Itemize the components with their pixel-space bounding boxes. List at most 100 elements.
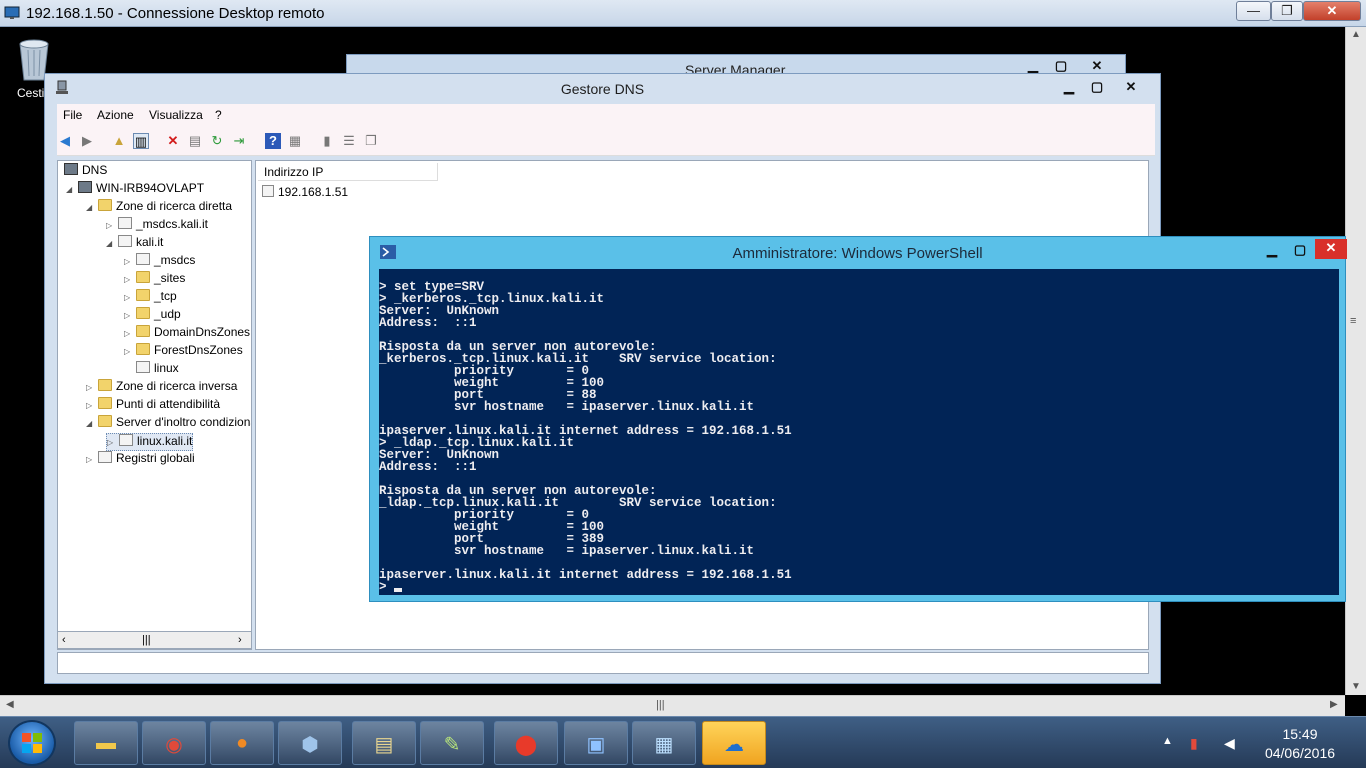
dns-minimize-button[interactable]: ▁ (1055, 78, 1083, 96)
taskbar-server-tool[interactable]: ▦ (632, 721, 696, 765)
expand-icon[interactable]: ▷ (86, 401, 98, 410)
back-icon[interactable]: ◀ (57, 133, 73, 149)
tree-item-conditional-forwarders[interactable]: ◢ Server d'inoltro condizionali (86, 415, 251, 433)
tree-item-tcp[interactable]: ▷ _tcp (124, 289, 177, 307)
menu-file[interactable]: File (63, 108, 82, 122)
tree-item-server[interactable]: ◢ WIN-IRB94OVLAPT (66, 181, 204, 199)
tree-item-msdcs-zone[interactable]: ▷ _msdcs.kali.it (106, 217, 208, 235)
volume-icon[interactable]: ◀ (1224, 735, 1235, 752)
collapse-icon[interactable]: ◢ (86, 419, 98, 428)
menu-help[interactable]: ? (215, 108, 222, 122)
powershell-console[interactable]: > set type=SRV > _kerberos._tcp.linux.ka… (379, 269, 1339, 595)
tree-horizontal-scrollbar[interactable]: ‹ ||| › (57, 631, 252, 649)
taskbar-chrome[interactable]: ◉ (142, 721, 206, 765)
records-icon[interactable]: ☰ (341, 133, 357, 149)
expand-icon[interactable]: ▷ (86, 455, 98, 464)
scroll-left-icon[interactable]: ◀ (6, 699, 14, 710)
scroll-up-icon[interactable]: ▲ (1351, 29, 1361, 40)
notepad-icon: ✎ (443, 734, 461, 756)
properties-icon[interactable]: ▤ (187, 133, 203, 149)
expand-icon[interactable]: ▷ (106, 221, 118, 230)
tree-item-linux-kali-forwarder[interactable]: ▷ linux.kali.it (106, 433, 194, 451)
up-folder-icon[interactable]: ▲ (111, 133, 127, 149)
show-hidden-icons[interactable]: ▲ (1162, 735, 1173, 747)
scroll-down-icon[interactable]: ▼ (1351, 681, 1361, 692)
rdp-horizontal-scrollbar[interactable]: ◀ ||| ▶ (0, 695, 1345, 716)
server-tool-icon: ▦ (654, 734, 674, 756)
ps-close-button[interactable]: ✕ (1315, 239, 1347, 259)
rdp-vertical-scrollbar[interactable]: ▲ ≡ ▼ (1345, 27, 1366, 695)
expand-icon[interactable]: ▷ (124, 347, 136, 356)
tree-item-linux[interactable]: linux (136, 361, 179, 379)
export-icon[interactable]: ⇥ (231, 133, 247, 149)
folder-icon (136, 271, 150, 283)
taskbar-app-64[interactable]: ⬤ (494, 721, 558, 765)
rdp-minimize-button[interactable]: — (1236, 1, 1271, 21)
expand-icon[interactable]: ▷ (86, 383, 98, 392)
ps-maximize-button[interactable]: ▢ (1286, 241, 1314, 259)
taskbar-certificate-tool[interactable]: ▤ (352, 721, 416, 765)
collapse-icon[interactable]: ◢ (86, 203, 98, 212)
zone-icon (119, 434, 133, 446)
tree-item-global-logs[interactable]: ▷ Registri globali (86, 451, 195, 469)
dns-maximize-button[interactable]: ▢ (1083, 78, 1111, 96)
certificate-icon: ▤ (374, 734, 394, 756)
start-button[interactable] (8, 720, 56, 766)
expand-icon[interactable]: ▷ (124, 257, 136, 266)
firefox-icon: ● (235, 732, 249, 754)
tree-item-trust-points[interactable]: ▷ Punti di attendibilità (86, 397, 220, 415)
scroll-right-icon[interactable]: › (238, 634, 242, 646)
tree-item-forward-zones[interactable]: ◢ Zone di ricerca diretta (86, 199, 232, 217)
menu-azione[interactable]: Azione (97, 108, 134, 122)
taskbar-firefox[interactable]: ● (210, 721, 274, 765)
expand-icon[interactable]: ▷ (124, 311, 136, 320)
scroll-right-icon[interactable]: ▶ (1330, 699, 1338, 710)
expand-icon[interactable]: ▷ (124, 329, 136, 338)
column-header-ip[interactable]: Indirizzo IP (258, 163, 438, 181)
show-tree-icon[interactable]: ▥ (133, 133, 149, 149)
list-item[interactable]: 192.168.1.51 (262, 185, 348, 199)
rdp-maximize-button[interactable]: ❐ (1271, 1, 1303, 21)
taskbar-cloud[interactable]: ☁ (702, 721, 766, 765)
scroll-thumb[interactable]: ≡ (1350, 315, 1356, 327)
tree-item-domaindnszones[interactable]: ▷ DomainDnsZones (124, 325, 250, 343)
tree-item-reverse-zones[interactable]: ▷ Zone di ricerca inversa (86, 379, 237, 397)
expand-icon[interactable]: ▷ (124, 275, 136, 284)
expand-icon[interactable]: ▷ (124, 293, 136, 302)
taskbar-remote-desktop[interactable]: ▣ (564, 721, 628, 765)
taskbar-virtualbox[interactable]: ⬢ (278, 721, 342, 765)
taskbar-notepad[interactable]: ✎ (420, 721, 484, 765)
tree-item-forestdnszones[interactable]: ▷ ForestDnsZones (124, 343, 243, 361)
network-warning-icon[interactable]: ▮ (1190, 735, 1198, 752)
tree-item-sites[interactable]: ▷ _sites (124, 271, 185, 289)
windows-logo-icon (22, 733, 42, 753)
server-icon[interactable]: ▮ (319, 133, 335, 149)
copy-icon[interactable]: ❐ (363, 133, 379, 149)
app-64-icon: ⬤ (514, 734, 538, 756)
tree-item-kali-zone[interactable]: ◢ kali.it (106, 235, 163, 253)
forward-icon[interactable]: ▶ (79, 133, 95, 149)
tray-clock[interactable]: 15:49 04/06/2016 (1250, 725, 1350, 763)
ps-minimize-button[interactable]: ▁ (1258, 241, 1286, 259)
console-icon[interactable]: ▦ (287, 133, 303, 149)
collapse-icon[interactable]: ◢ (106, 239, 118, 248)
text-cursor (394, 588, 403, 592)
collapse-icon[interactable]: ◢ (66, 185, 78, 194)
scroll-left-icon[interactable]: ‹ (62, 634, 66, 646)
scroll-thumb[interactable]: ||| (142, 634, 151, 646)
menu-visualizza[interactable]: Visualizza (149, 108, 203, 122)
expand-icon[interactable]: ▷ (107, 438, 119, 447)
powershell-title: Amministratore: Windows PowerShell (732, 245, 983, 262)
dns-title: Gestore DNS (560, 81, 645, 97)
delete-icon[interactable]: ✕ (165, 133, 181, 149)
folder-icon: ▬ (96, 732, 116, 754)
taskbar-file-explorer[interactable]: ▬ (74, 721, 138, 765)
tree-item-msdcs[interactable]: ▷ _msdcs (124, 253, 195, 271)
refresh-icon[interactable]: ↻ (209, 133, 225, 149)
tree-item-udp[interactable]: ▷ _udp (124, 307, 181, 325)
dns-close-button[interactable]: ✕ (1117, 78, 1145, 96)
help-icon[interactable]: ? (265, 133, 281, 149)
scroll-thumb[interactable]: ||| (656, 699, 665, 711)
rdp-close-button[interactable]: ✕ (1303, 1, 1361, 21)
tree-item-dns[interactable]: DNS (64, 163, 107, 181)
